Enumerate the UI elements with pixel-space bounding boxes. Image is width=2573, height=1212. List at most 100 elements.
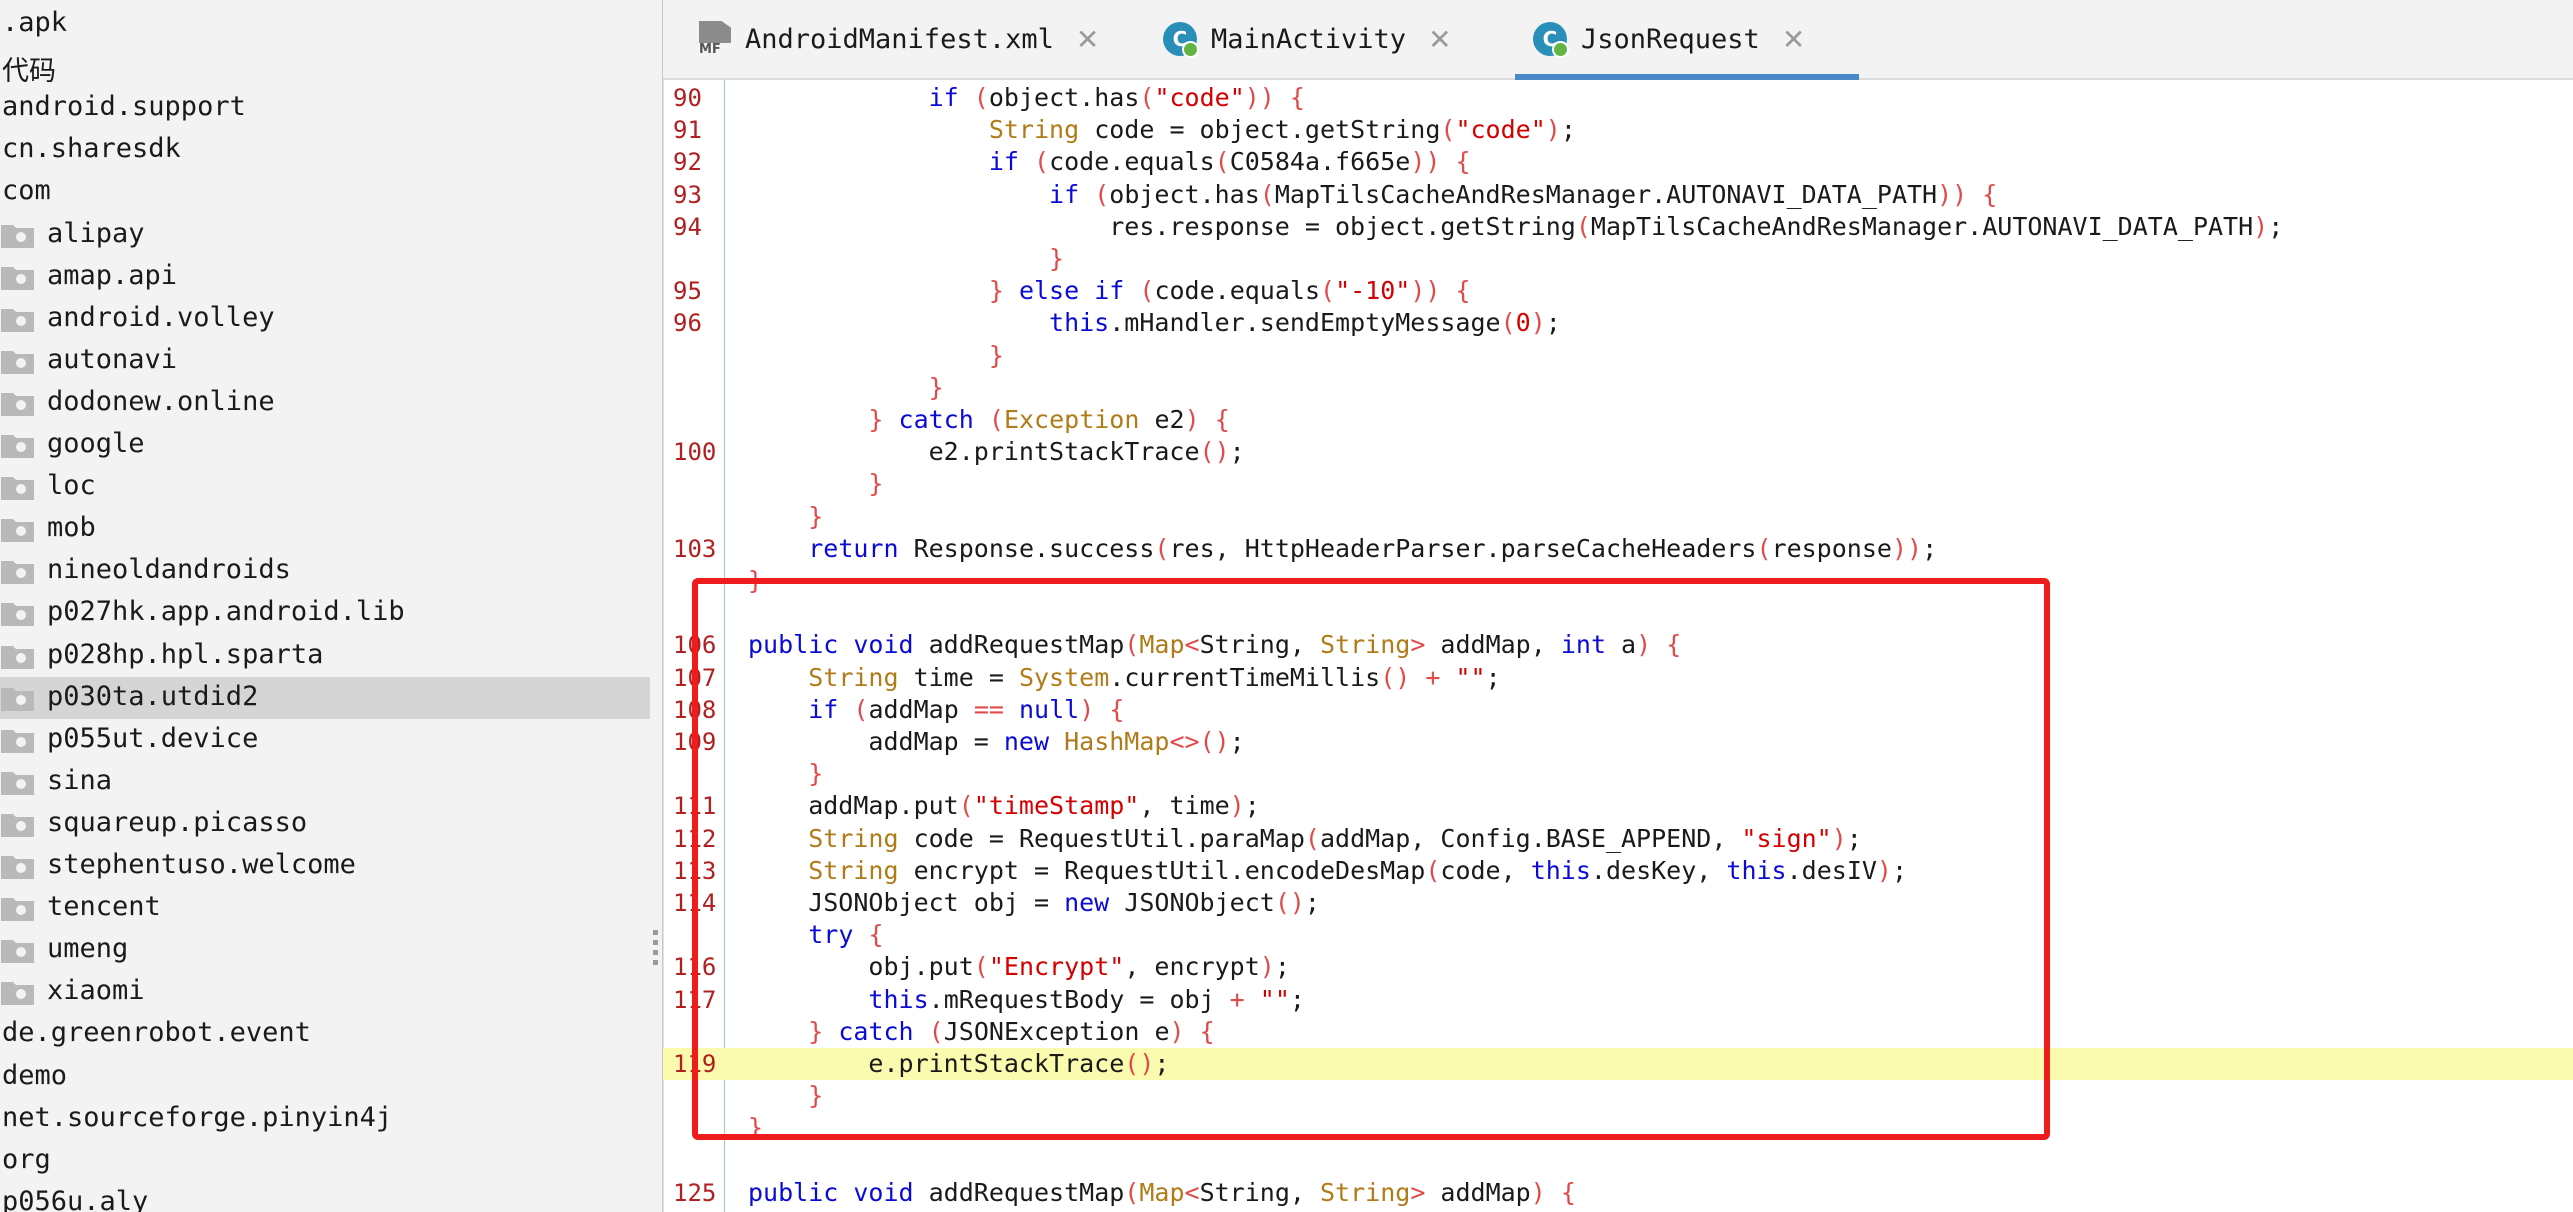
line-number: 96 — [673, 309, 702, 338]
tree-item[interactable]: p027hk.app.android.lib — [0, 592, 650, 634]
tab-json-request[interactable]: C JsonRequest ✕ — [1515, 0, 1859, 80]
tree-item[interactable]: demo — [0, 1056, 650, 1098]
tab-label: AndroidManifest.xml — [745, 23, 1054, 55]
tree-item[interactable]: com — [0, 171, 650, 213]
tree-item[interactable]: p028hp.hpl.sparta — [0, 635, 650, 677]
folder-icon — [1, 224, 34, 248]
code-line[interactable]: } catch (Exception e2) { — [663, 404, 2573, 436]
tree-item-label: android.volley — [47, 301, 275, 333]
code-line[interactable]: 100 e2.printStackTrace(); — [663, 436, 2573, 468]
folder-icon — [1, 813, 34, 837]
code-text: } — [928, 372, 944, 402]
folder-icon — [1, 940, 34, 964]
tree-item[interactable]: google — [0, 424, 650, 466]
tree-item[interactable]: nineoldandroids — [0, 550, 650, 592]
tree-item[interactable]: de.greenrobot.event — [0, 1013, 650, 1055]
tree-item[interactable]: dodonew.online — [0, 382, 650, 424]
code-line[interactable]: } — [663, 372, 2573, 404]
tree-item[interactable]: .apk — [0, 3, 650, 45]
code-line[interactable]: 95 } else if (code.equals("-10")) { — [663, 275, 2573, 307]
code-line[interactable]: 96 this.mHandler.sendEmptyMessage(0); — [663, 307, 2573, 339]
red-annotation-box — [692, 578, 2050, 1140]
tree-item[interactable]: p056u.aly — [0, 1182, 650, 1212]
line-number: 93 — [673, 180, 702, 209]
tree-item-label: android.support — [2, 91, 246, 123]
code-line[interactable] — [663, 1145, 2573, 1177]
tree-item[interactable]: p055ut.device — [0, 719, 650, 761]
code-text: String code = object.getString("code"); — [988, 115, 1576, 145]
tree-item[interactable]: autonavi — [0, 340, 650, 382]
tree-item-label: p027hk.app.android.lib — [47, 596, 405, 628]
tree-item[interactable]: squareup.picasso — [0, 803, 650, 845]
folder-icon — [1, 561, 34, 585]
code-line[interactable]: 90 if (object.has("code")) { — [663, 82, 2573, 114]
code-text: } — [988, 340, 1004, 370]
tree-item-label: dodonew.online — [47, 385, 275, 417]
code-line[interactable]: 103 return Response.success(res, HttpHea… — [663, 533, 2573, 565]
tree-item[interactable]: 代码 — [0, 45, 650, 87]
tree-item[interactable]: amap.api — [0, 256, 650, 298]
tree-item-label: org — [2, 1143, 51, 1175]
tree-item-label: stephentuso.welcome — [47, 849, 356, 880]
folder-icon — [1, 687, 34, 711]
folder-icon — [1, 477, 34, 501]
code-text: } — [1049, 244, 1065, 273]
tree-item[interactable]: loc — [0, 466, 650, 508]
code-line[interactable]: 94 res.response = object.getString(MapTi… — [663, 211, 2573, 243]
tree-item-label: demo — [2, 1059, 68, 1091]
folder-icon — [1, 898, 34, 922]
code-line[interactable]: } — [663, 340, 2573, 372]
close-icon[interactable]: ✕ — [1428, 23, 1451, 56]
line-number: 103 — [673, 534, 717, 563]
tree-item[interactable]: stephentuso.welcome — [0, 845, 650, 887]
tree-item[interactable]: cn.sharesdk — [0, 129, 650, 171]
tree-item-label: sina — [47, 764, 113, 796]
tree-item-label: cn.sharesdk — [2, 133, 181, 165]
code-text: if (object.has(MapTilsCacheAndResManager… — [1049, 179, 1998, 209]
tree-item[interactable]: tencent — [0, 887, 650, 929]
tree-item[interactable]: android.volley — [0, 298, 650, 340]
tree-item-label: .apk — [2, 7, 68, 38]
code-text: } — [808, 501, 824, 531]
tab-main-activity[interactable]: C MainActivity ✕ — [1163, 0, 1452, 78]
line-number: 94 — [673, 212, 702, 241]
close-icon[interactable]: ✕ — [1782, 23, 1805, 56]
tree-item[interactable]: p030ta.utdid2 — [0, 676, 650, 719]
close-icon[interactable]: ✕ — [1076, 23, 1099, 56]
tree-item[interactable]: sina — [0, 761, 650, 803]
code-line[interactable]: } — [663, 468, 2573, 500]
folder-icon — [1, 392, 34, 416]
folder-icon — [1, 729, 34, 753]
tree-item[interactable]: alipay — [0, 214, 650, 256]
tree-item-label: mob — [47, 512, 96, 544]
folder-icon — [1, 771, 34, 795]
line-number: 100 — [673, 438, 717, 467]
splitter-grip-icon[interactable] — [653, 930, 658, 970]
code-line[interactable]: 91 String code = object.getString("code"… — [663, 114, 2573, 146]
tree-item[interactable]: umeng — [0, 929, 650, 971]
editor-tab-bar: MF AndroidManifest.xml ✕ C MainActivity … — [663, 0, 2573, 80]
tree-item[interactable]: net.sourceforge.pinyin4j — [0, 1098, 650, 1140]
code-text: e2.printStackTrace(); — [748, 437, 1245, 467]
code-text: } — [868, 469, 884, 499]
tree-item-label: p030ta.utdid2 — [47, 680, 259, 712]
tree-item-label: loc — [47, 470, 96, 502]
project-tree[interactable]: .apk 代码 android.support cn.sharesdk com alipa… — [0, 0, 651, 1212]
tree-item[interactable]: xiaomi — [0, 971, 650, 1013]
tab-android-manifest[interactable]: MF AndroidManifest.xml ✕ — [699, 0, 1099, 78]
tree-item-label: tencent — [47, 891, 161, 923]
tree-item[interactable]: mob — [0, 508, 650, 550]
code-line[interactable]: } — [663, 243, 2573, 275]
code-line[interactable]: 125 public void addRequestMap(Map<String,… — [663, 1177, 2573, 1209]
folder-icon — [1, 519, 34, 543]
line-number: 125 — [673, 1178, 717, 1207]
tree-item[interactable]: android.support — [0, 87, 650, 129]
code-line[interactable]: 93 if (object.has(MapTilsCacheAndResMana… — [663, 179, 2573, 211]
class-icon: C — [1163, 22, 1199, 58]
code-line[interactable]: } — [663, 501, 2573, 533]
tree-item[interactable]: org — [0, 1140, 650, 1182]
line-number: 95 — [673, 277, 702, 306]
panel-splitter[interactable] — [650, 0, 663, 1212]
code-line[interactable]: 92 if (code.equals(C0584a.f665e)) { — [663, 146, 2573, 178]
folder-icon — [1, 308, 34, 332]
